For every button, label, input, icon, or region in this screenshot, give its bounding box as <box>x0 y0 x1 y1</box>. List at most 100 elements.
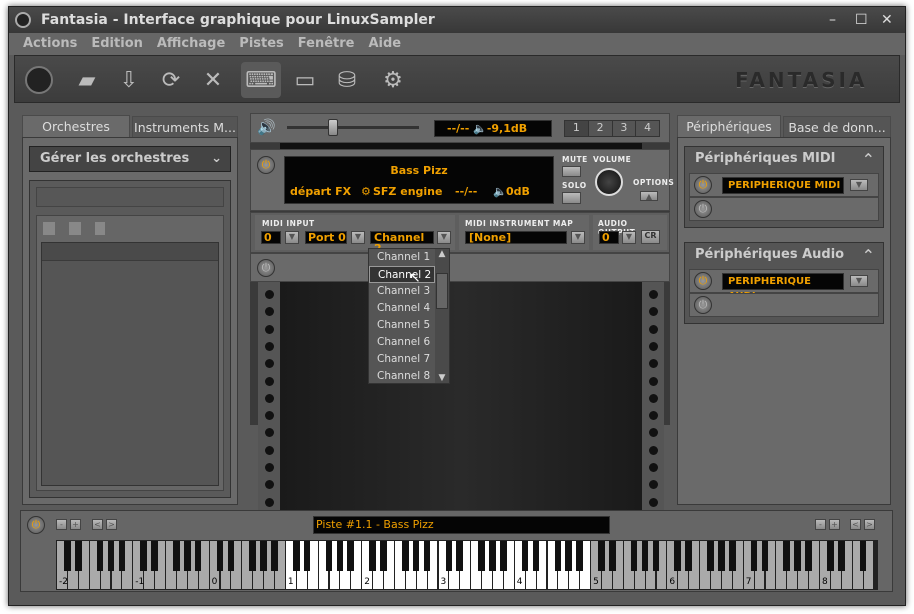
black-key[interactable] <box>761 541 769 571</box>
black-key[interactable] <box>140 541 147 571</box>
chevron-up-icon[interactable]: ⌃ <box>862 246 875 265</box>
master-volume-slider[interactable] <box>287 126 419 129</box>
scroll-right-button[interactable]: > <box>106 519 117 530</box>
channel-option[interactable]: Channel 4 <box>369 300 435 317</box>
black-key[interactable] <box>641 541 649 571</box>
fx-send[interactable]: départ FX <box>290 185 351 198</box>
close-x-icon[interactable]: ✕ <box>195 62 231 98</box>
tab-orchestres[interactable]: Orchestres <box>22 115 130 137</box>
tab-4[interactable]: 4 <box>636 121 659 136</box>
channel-option[interactable]: Channel 7 <box>369 351 435 368</box>
audio-output-select[interactable]: 0 <box>599 231 619 244</box>
manage-orchestras-button[interactable]: Gérer les orchestres ⌄ <box>29 146 231 172</box>
midi-device-dropdown[interactable]: ▼ <box>285 231 299 244</box>
channel-display[interactable]: Bass Pizz départ FX ⚙ SFZ engine --/-- 🔈… <box>284 156 554 204</box>
monitor-icon[interactable]: ▭ <box>287 62 323 98</box>
black-key[interactable] <box>260 541 267 571</box>
menu-affichage[interactable]: Affichage <box>157 36 225 51</box>
power-icon[interactable]: ⏻ <box>694 200 712 218</box>
black-key[interactable] <box>837 541 845 571</box>
black-key[interactable] <box>151 541 158 571</box>
tab-3[interactable]: 3 <box>612 121 637 136</box>
black-key[interactable] <box>369 541 376 571</box>
black-key[interactable] <box>598 541 605 571</box>
tab-2[interactable]: 2 <box>588 121 613 136</box>
black-key[interactable] <box>303 541 311 571</box>
slider-handle[interactable] <box>328 119 338 136</box>
channel-option[interactable]: Channel 5 <box>369 317 435 334</box>
midi-channel-dropdown[interactable]: ▼ <box>437 231 451 244</box>
menu-pistes[interactable]: Pistes <box>239 36 284 51</box>
black-key[interactable] <box>565 541 573 571</box>
volume-knob[interactable] <box>595 168 623 196</box>
black-key[interactable] <box>64 541 71 571</box>
power-icon[interactable]: ⏻ <box>694 296 712 314</box>
black-key[interactable] <box>478 541 485 571</box>
linuxsampler-logo-icon[interactable] <box>21 62 57 98</box>
channel-option[interactable]: Channel 2 <box>369 266 435 283</box>
power-icon[interactable]: ⏻ <box>27 516 45 534</box>
trash-icon[interactable] <box>95 222 105 235</box>
black-key[interactable] <box>325 541 333 571</box>
black-key[interactable] <box>456 541 464 571</box>
black-key[interactable] <box>532 541 540 571</box>
solo-button[interactable] <box>562 192 581 204</box>
keyboard-icon[interactable]: ⌨ <box>241 62 281 98</box>
black-key[interactable] <box>707 541 714 571</box>
black-key[interactable] <box>609 541 616 571</box>
black-key[interactable] <box>674 541 682 571</box>
midi-device-select[interactable]: 0 <box>261 231 281 244</box>
scroll-thumb[interactable] <box>436 273 448 309</box>
black-key[interactable] <box>401 541 409 571</box>
black-key[interactable] <box>216 541 224 571</box>
network-settings-icon[interactable]: ⚙ <box>375 62 411 98</box>
scroll-left-button[interactable]: < <box>850 519 861 530</box>
piano-keyboard[interactable]: -2 -1 0 1 2 3 4 5 6 7 8 <box>56 540 878 590</box>
power-icon[interactable]: ⏻ <box>257 156 275 174</box>
mute-button[interactable] <box>562 166 581 177</box>
black-key[interactable] <box>554 541 562 571</box>
black-key[interactable] <box>249 541 256 571</box>
midi-channel-select[interactable]: Channel 2 <box>370 231 434 254</box>
dropdown-scrollbar[interactable]: ▲ ▼ <box>435 249 449 383</box>
channel-option[interactable]: Channel 6 <box>369 334 435 351</box>
black-key[interactable] <box>96 541 104 571</box>
midi-port-dropdown[interactable]: ▼ <box>351 231 365 244</box>
midi-port-select[interactable]: Port 0 <box>305 231 347 244</box>
black-key[interactable] <box>107 541 115 571</box>
audio-device-name[interactable]: PERIPHERIQUE AUDI... <box>722 273 844 302</box>
black-key[interactable] <box>827 541 834 571</box>
minimize-button[interactable]: – <box>829 7 836 33</box>
black-key[interactable] <box>652 541 660 571</box>
scroll-left-button[interactable]: < <box>92 519 103 530</box>
orchestra-select[interactable] <box>36 187 224 207</box>
audio-device-dropdown[interactable]: ▼ <box>850 275 868 287</box>
scroll-up-icon[interactable]: ▲ <box>435 249 449 263</box>
scroll-right-button[interactable]: > <box>864 519 875 530</box>
black-key[interactable] <box>183 541 191 571</box>
refresh-icon[interactable]: ⟳ <box>153 62 189 98</box>
open-folder-icon[interactable]: ▰ <box>69 62 105 98</box>
black-key[interactable] <box>173 541 180 571</box>
tab-1[interactable]: 1 <box>565 121 589 136</box>
midi-map-select[interactable]: [None] <box>465 231 567 244</box>
black-key[interactable] <box>521 541 529 571</box>
black-key[interactable] <box>630 541 638 571</box>
audio-devices-title[interactable]: Périphériques Audio <box>695 247 844 262</box>
black-key[interactable] <box>718 541 725 571</box>
scroll-down-icon[interactable]: ▼ <box>435 373 449 383</box>
black-key[interactable] <box>728 541 736 571</box>
black-key[interactable] <box>194 541 202 571</box>
maximize-button[interactable]: ☐ <box>855 7 868 33</box>
cr-button[interactable]: CR <box>641 230 660 244</box>
zoom-out-button[interactable]: - <box>815 519 826 530</box>
zoom-in-button[interactable]: + <box>829 519 840 530</box>
zoom-out-button[interactable]: - <box>56 519 67 530</box>
channel-option[interactable]: Channel 8 <box>369 368 435 385</box>
menu-fenetre[interactable]: Fenêtre <box>298 36 355 51</box>
power-icon[interactable]: ⏻ <box>694 272 712 290</box>
black-key[interactable] <box>227 541 235 571</box>
black-key[interactable] <box>576 541 583 571</box>
database-icon[interactable]: ⛁ <box>329 62 365 98</box>
black-key[interactable] <box>685 541 692 571</box>
